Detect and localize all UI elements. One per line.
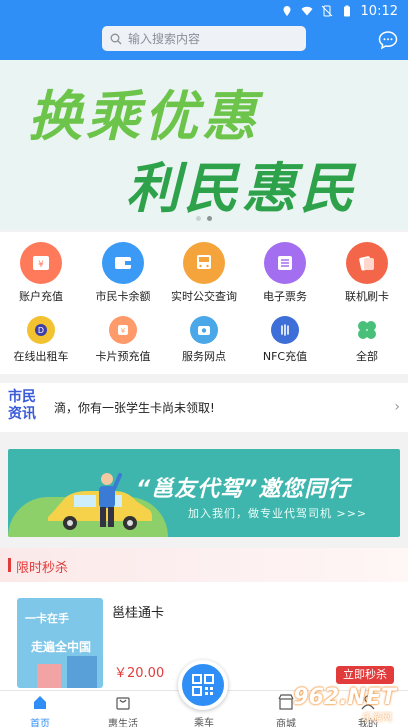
- shopping-bag-icon: [116, 697, 130, 710]
- watermark-brand: 962.NET: [293, 685, 396, 710]
- location-icon: [283, 6, 291, 16]
- bus-icon: [183, 242, 225, 284]
- product-price: ￥20.00: [114, 666, 165, 681]
- banner-line-2: 利民惠民: [126, 156, 358, 220]
- product-image: 一卡在手 走遍全中国: [17, 598, 103, 688]
- news-tag: 市民 资讯: [8, 389, 44, 425]
- carousel-dot-active: [207, 216, 212, 221]
- news-tag-line-2: 资讯: [8, 406, 36, 422]
- nfc-icon: [271, 316, 299, 344]
- flash-sale-title: 限时秒杀: [16, 561, 69, 576]
- news-tag-line-1: 市民: [8, 389, 36, 405]
- service-recharge[interactable]: ¥ 账户充值: [0, 242, 82, 304]
- service-card-swipe[interactable]: 联机刷卡: [326, 242, 408, 304]
- section-marker: [8, 558, 11, 572]
- service-e-ticket[interactable]: 电子票务: [244, 242, 326, 304]
- tab-life[interactable]: 惠生活: [93, 694, 153, 727]
- service-outlets[interactable]: 服务网点: [163, 316, 245, 364]
- service-precharge[interactable]: ¥ 卡片预充值: [82, 316, 164, 364]
- home-icon: [34, 696, 46, 709]
- taxi-icon: D: [27, 316, 55, 344]
- app-screen: 10:12 输入搜索内容 换乘优惠 利民惠民 ¥ 账户充值 市民卡余额 实时公交…: [0, 0, 408, 727]
- banner-line-1: 换乘优惠: [28, 84, 260, 148]
- service-label: 账户充值: [19, 290, 63, 303]
- service-label: 服务网点: [182, 350, 226, 363]
- wifi-icon: [301, 6, 313, 16]
- battery-icon: [343, 5, 350, 17]
- top-header: 输入搜索内容: [0, 22, 408, 60]
- svg-text:D: D: [38, 326, 44, 335]
- news-text: 滴，你有一张学生卡尚未领取!: [54, 401, 215, 415]
- card-precharge-icon: ¥: [109, 316, 137, 344]
- service-card-balance[interactable]: 市民卡余额: [82, 242, 164, 304]
- ad-title: “邕友代驾”邀您同行: [136, 477, 351, 502]
- tab-label: 乘车: [194, 718, 214, 727]
- all-apps-icon: [353, 316, 381, 344]
- carousel-indicator: [196, 216, 212, 221]
- card-wallet-icon: [102, 242, 144, 284]
- no-sim-icon: [321, 5, 332, 17]
- ad-subtitle: 加入我们，做专业代驾司机 >>>: [188, 507, 368, 520]
- tab-ride[interactable]: 乘车: [174, 713, 234, 727]
- promo-banner[interactable]: 换乘优惠 利民惠民: [0, 60, 408, 230]
- search-icon: [110, 33, 122, 44]
- service-label: 电子票务: [263, 290, 307, 303]
- buy-now-button[interactable]: 立即秒杀: [336, 666, 394, 684]
- driver-ad-banner[interactable]: “邕友代驾”邀您同行 加入我们，做专业代驾司机 >>>: [8, 449, 400, 537]
- ride-qr-button[interactable]: [178, 660, 228, 710]
- service-label: 卡片预充值: [95, 350, 151, 363]
- search-bar[interactable]: 输入搜索内容: [102, 26, 306, 51]
- product-image-text-1: 一卡在手: [25, 612, 69, 625]
- search-input[interactable]: 输入搜索内容: [128, 30, 200, 47]
- building-shape: [37, 664, 61, 688]
- product-name: 邕桂通卡: [112, 606, 165, 621]
- tab-label: 惠生活: [108, 719, 138, 727]
- quick-services-grid: ¥ 账户充值 市民卡余额 实时公交查询 电子票务 联机刷卡 D 在线出租车 ¥ …: [0, 232, 408, 374]
- site-watermark: 962.NET 乐游网: [274, 683, 402, 724]
- driver-figure-icon: [99, 473, 122, 527]
- building-shape: [67, 656, 97, 688]
- tab-label: 首页: [30, 719, 50, 727]
- tab-home[interactable]: 首页: [10, 694, 70, 727]
- status-bar: 10:12: [0, 0, 408, 22]
- service-point-icon: [190, 316, 218, 344]
- service-taxi[interactable]: D 在线出租车: [0, 316, 82, 364]
- qr-code-icon: [192, 674, 214, 696]
- clock: 10:12: [360, 3, 398, 19]
- card-swipe-icon: [346, 242, 388, 284]
- service-all[interactable]: 全部: [326, 316, 408, 364]
- citizen-news-bar[interactable]: 市民 资讯 滴，你有一张学生卡尚未领取! ›: [0, 383, 408, 432]
- svg-text:¥: ¥: [121, 327, 126, 335]
- service-label: 联机刷卡: [345, 290, 389, 303]
- flash-sale-header: 限时秒杀: [0, 548, 408, 582]
- product-image-text-2: 走遍全中国: [31, 640, 92, 654]
- service-label: 市民卡余额: [95, 290, 151, 303]
- service-label: 全部: [356, 350, 378, 363]
- wallet-yen-icon: ¥: [20, 242, 62, 284]
- service-label: 实时公交查询: [171, 290, 237, 303]
- service-nfc[interactable]: NFC充值: [244, 316, 326, 364]
- svg-text:¥: ¥: [38, 260, 44, 270]
- service-label: 在线出租车: [13, 350, 69, 363]
- watermark-sub: 乐游网: [362, 713, 392, 724]
- service-label: NFC充值: [262, 350, 308, 363]
- service-bus-query[interactable]: 实时公交查询: [163, 242, 245, 304]
- ticket-icon: [264, 242, 306, 284]
- carousel-dot: [196, 216, 201, 221]
- chat-bubble-icon[interactable]: [378, 30, 398, 50]
- chevron-right-icon: ›: [394, 399, 400, 415]
